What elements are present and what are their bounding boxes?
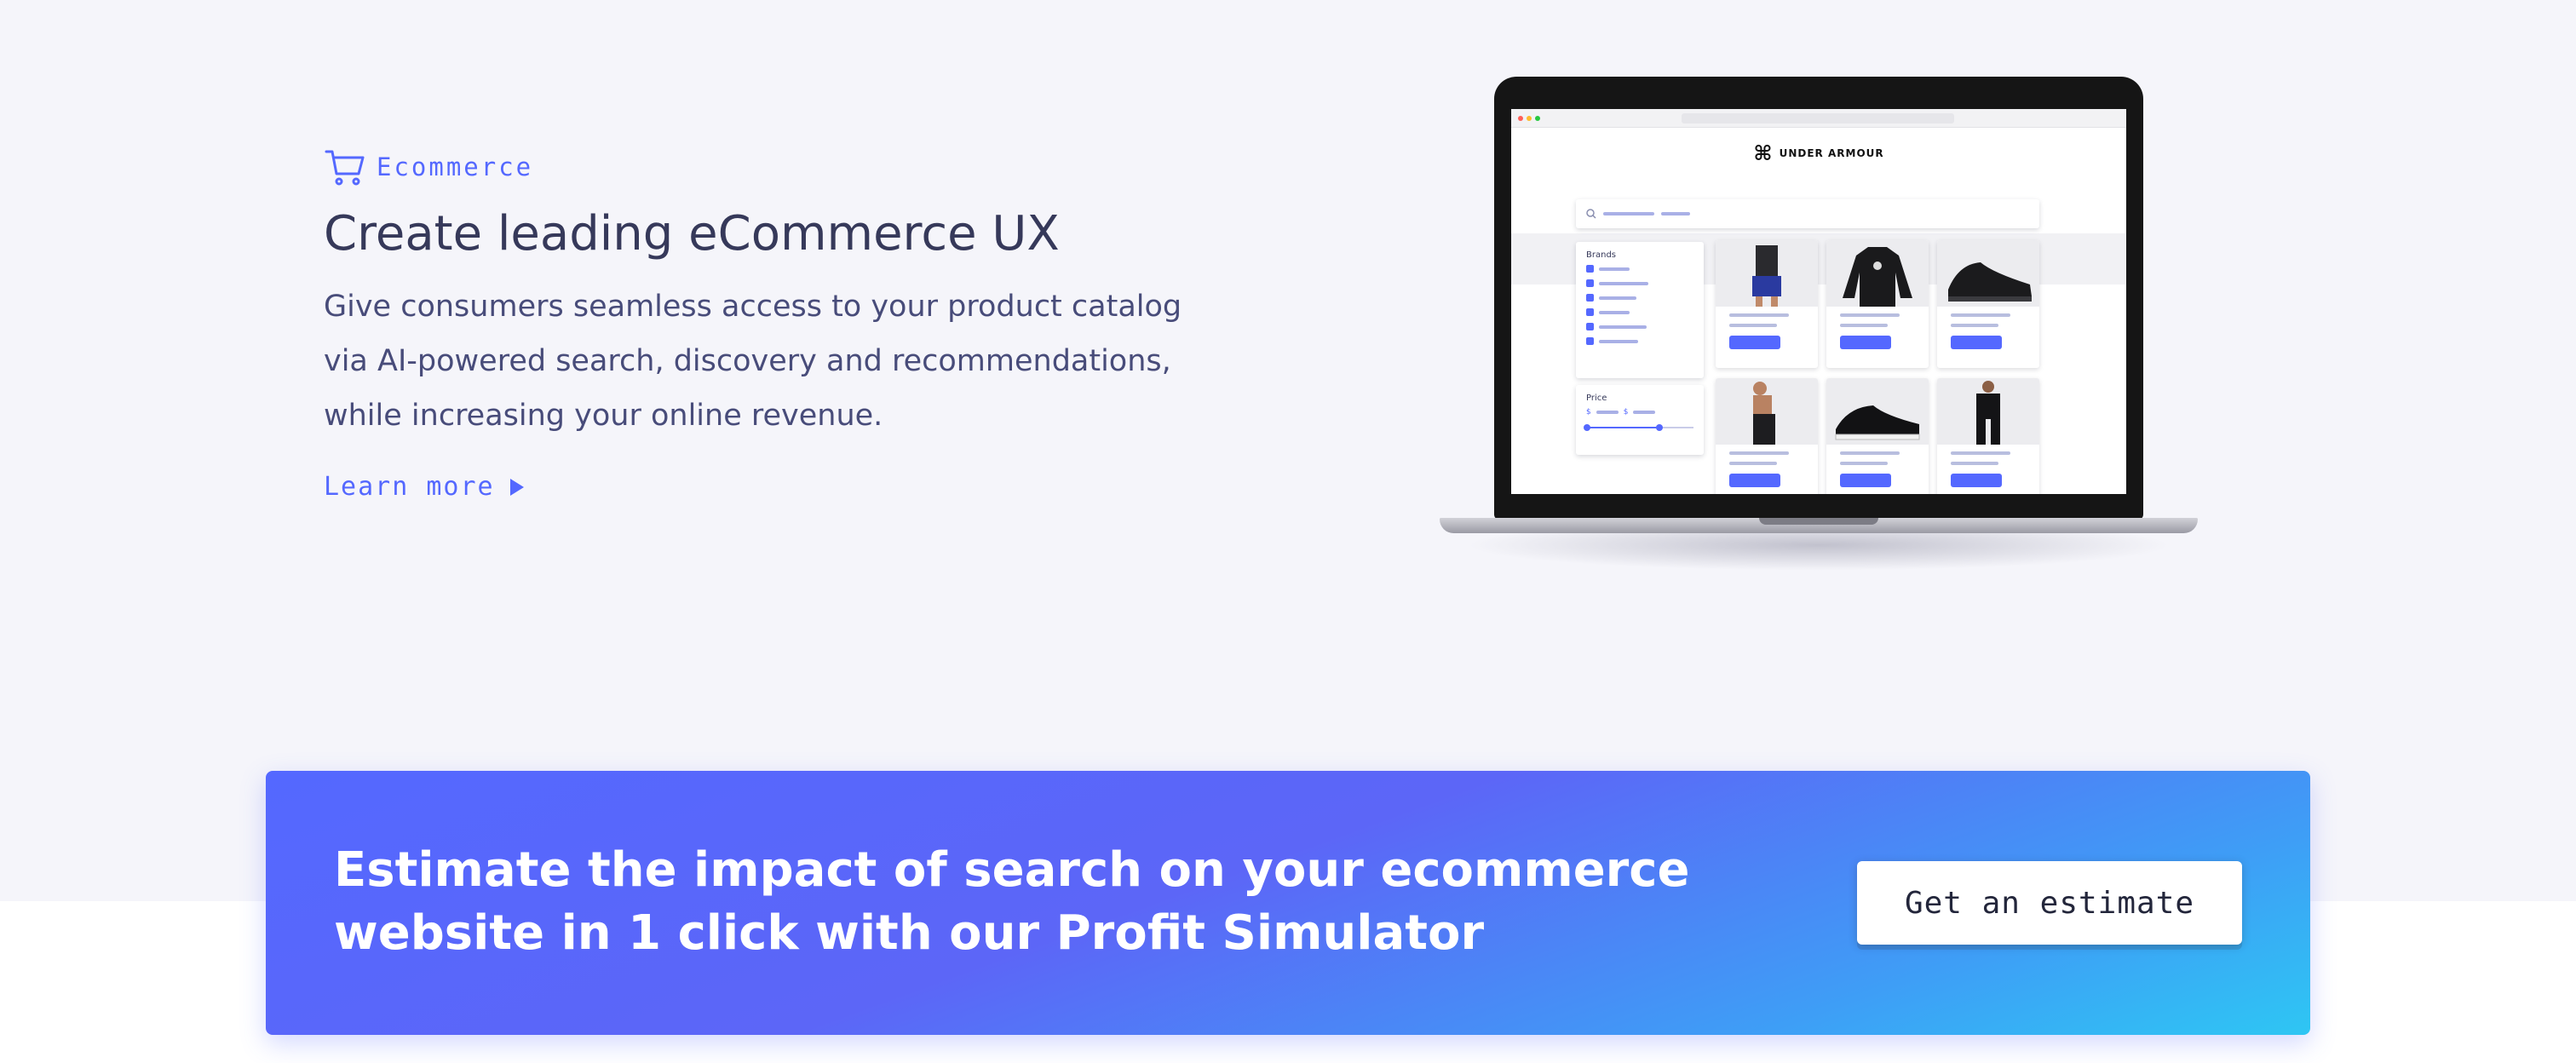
product-card bbox=[1826, 240, 1929, 368]
price-facet-title: Price bbox=[1586, 394, 1607, 403]
product-card bbox=[1937, 240, 2039, 368]
banner-headline: Estimate the impact of search on your ec… bbox=[334, 842, 1690, 961]
product-trainer-image bbox=[1826, 378, 1929, 445]
facet-option bbox=[1586, 337, 1704, 345]
price-facet: Price $ $ bbox=[1576, 385, 1704, 455]
facet-option bbox=[1586, 323, 1704, 330]
category-label: Ecommerce bbox=[377, 152, 534, 181]
price-from-symbol: $ bbox=[1586, 408, 1591, 417]
price-range-inputs: $ $ bbox=[1586, 408, 1704, 417]
search-icon bbox=[1586, 209, 1596, 219]
facet-option bbox=[1586, 265, 1704, 273]
under-armour-logo-icon: ⌘ bbox=[1753, 141, 1773, 165]
get-estimate-button[interactable]: Get an estimate bbox=[1857, 861, 2242, 945]
store-header: ⌘ UNDER ARMOUR bbox=[1511, 128, 2126, 179]
laptop-notch bbox=[1759, 518, 1878, 525]
search-query-placeholder bbox=[1603, 212, 1654, 215]
store-brand-name: UNDER ARMOUR bbox=[1779, 147, 1884, 159]
brands-facet-title: Brands bbox=[1586, 250, 1616, 260]
product-card bbox=[1716, 378, 1818, 494]
add-to-cart-button bbox=[1840, 336, 1891, 349]
add-to-cart-button bbox=[1729, 336, 1780, 349]
laptop-illustration: ⌘ UNDER ARMOUR Brands Price $ $ bbox=[1440, 77, 2198, 571]
checkbox-icon bbox=[1586, 308, 1594, 316]
learn-more-label: Learn more bbox=[324, 472, 495, 502]
brands-facet: Brands bbox=[1576, 242, 1704, 378]
add-to-cart-button bbox=[1951, 336, 2002, 349]
checkbox-icon bbox=[1586, 294, 1594, 302]
profit-simulator-banner: Estimate the impact of search on your ec… bbox=[266, 771, 2310, 1035]
play-arrow-icon bbox=[509, 478, 524, 496]
checkbox-icon bbox=[1586, 323, 1594, 330]
product-tracksuit-image bbox=[1937, 378, 2039, 445]
category-eyebrow: Ecommerce bbox=[324, 145, 1261, 189]
page-title: Create leading eCommerce UX bbox=[324, 206, 1060, 261]
search-query-placeholder bbox=[1661, 212, 1690, 215]
slider-handle bbox=[1656, 424, 1663, 431]
store-search-bar bbox=[1576, 199, 2039, 228]
laptop-screen: ⌘ UNDER ARMOUR Brands Price $ $ bbox=[1511, 109, 2126, 494]
slider-handle bbox=[1584, 424, 1590, 431]
checkbox-icon bbox=[1586, 265, 1594, 273]
hero-section: Ecommerce Create leading eCommerce UX Gi… bbox=[324, 145, 1261, 502]
product-shoe-image bbox=[1937, 240, 2039, 307]
product-card bbox=[1826, 378, 1929, 494]
maximize-dot-icon bbox=[1535, 116, 1540, 121]
facet-option bbox=[1586, 308, 1704, 316]
address-bar bbox=[1682, 113, 1954, 124]
hero-description: Give consumers seamless access to your p… bbox=[324, 290, 1182, 433]
product-card bbox=[1716, 240, 1818, 368]
learn-more-link[interactable]: Learn more bbox=[324, 472, 524, 502]
price-slider bbox=[1584, 423, 1693, 432]
price-to-symbol: $ bbox=[1623, 408, 1629, 417]
shopping-cart-icon bbox=[325, 150, 365, 186]
minimize-dot-icon bbox=[1527, 116, 1532, 121]
checkbox-icon bbox=[1586, 337, 1594, 345]
add-to-cart-button bbox=[1840, 474, 1891, 487]
product-shorts-image bbox=[1716, 240, 1818, 307]
product-hoodie-image bbox=[1826, 240, 1929, 307]
checkbox-icon bbox=[1586, 279, 1594, 287]
close-dot-icon bbox=[1518, 116, 1523, 121]
add-to-cart-button bbox=[1951, 474, 2002, 487]
product-leggings-image bbox=[1716, 378, 1818, 445]
facet-option bbox=[1586, 279, 1704, 287]
browser-toolbar bbox=[1511, 109, 2126, 128]
add-to-cart-button bbox=[1729, 474, 1780, 487]
facet-option bbox=[1586, 294, 1704, 302]
product-card bbox=[1937, 378, 2039, 494]
